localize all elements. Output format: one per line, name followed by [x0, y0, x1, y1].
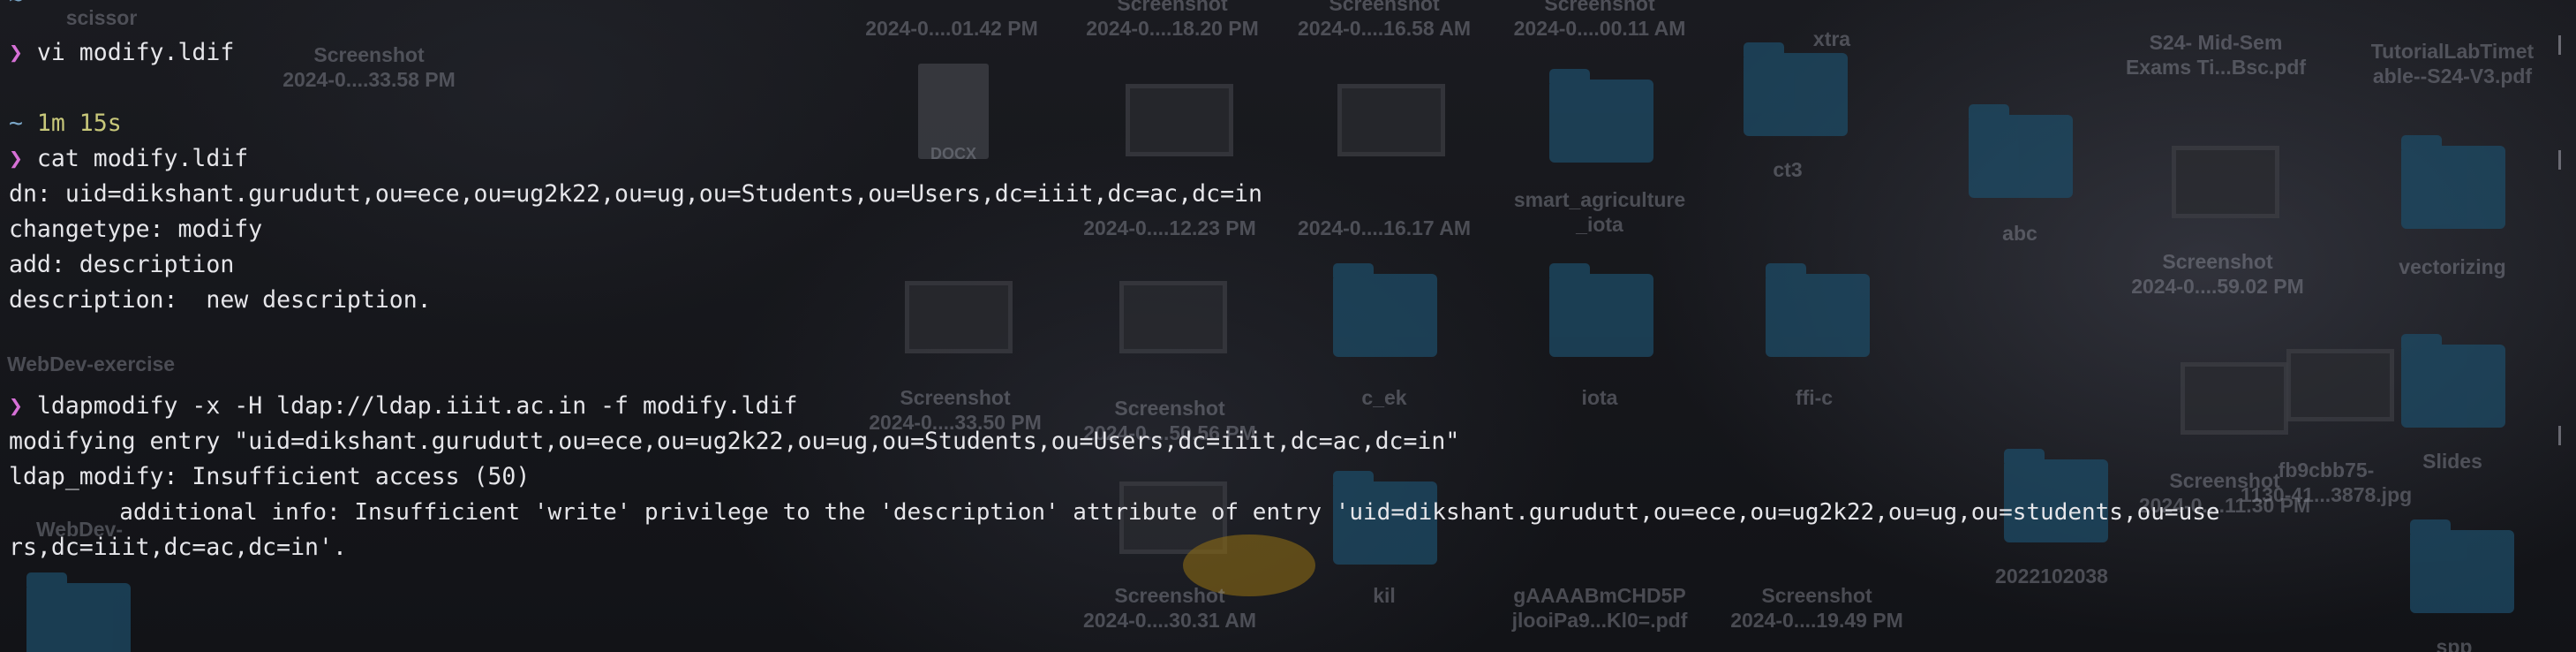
prompt-icon: ❯	[9, 392, 23, 420]
timer-line: ~ 1m 15s	[9, 106, 122, 141]
output-error: ldap_modify: Insufficient access (50)	[9, 463, 531, 490]
prompt-icon: ❯	[9, 145, 23, 172]
output-modifying-entry: modifying entry "uid=dikshant.gurudutt,o…	[9, 428, 1460, 455]
command-line-cat: ❯ cat modify.ldif	[9, 141, 248, 177]
output-add: add: description	[9, 251, 235, 278]
screen: scissor Screenshot 2024-0....33.58 PM 202…	[0, 0, 2576, 652]
tilde-text: ~	[9, 110, 23, 137]
command-line-vi: ❯ vi modify.ldif	[9, 35, 234, 71]
duration-text: 1m 15s	[22, 110, 122, 137]
command-text: ldapmodify -x -H ldap://ldap.iiit.ac.in …	[22, 392, 798, 420]
prompt-icon: ❯	[9, 39, 23, 66]
output-description: description: new description.	[9, 286, 432, 314]
output-changetype: changetype: modify	[9, 216, 263, 243]
command-text: cat modify.ldif	[22, 145, 249, 172]
output-additional-info: additional info: Insufficient 'write' pr…	[9, 499, 2220, 526]
tilde-text: ~	[9, 0, 23, 13]
command-text: vi modify.ldif	[22, 39, 235, 66]
tilde-line-1: ~	[9, 0, 23, 18]
output-additional-info-cont: rs,dc=iiit,dc=ac,dc=in'.	[9, 534, 347, 561]
terminal-output[interactable]: ~ ❯ vi modify.ldif ~ 1m 15s ❯ cat modify…	[0, 0, 2576, 652]
output-dn: dn: uid=dikshant.gurudutt,ou=ece,ou=ug2k…	[9, 180, 1262, 208]
command-line-ldapmodify: ❯ ldapmodify -x -H ldap://ldap.iiit.ac.i…	[9, 389, 797, 424]
